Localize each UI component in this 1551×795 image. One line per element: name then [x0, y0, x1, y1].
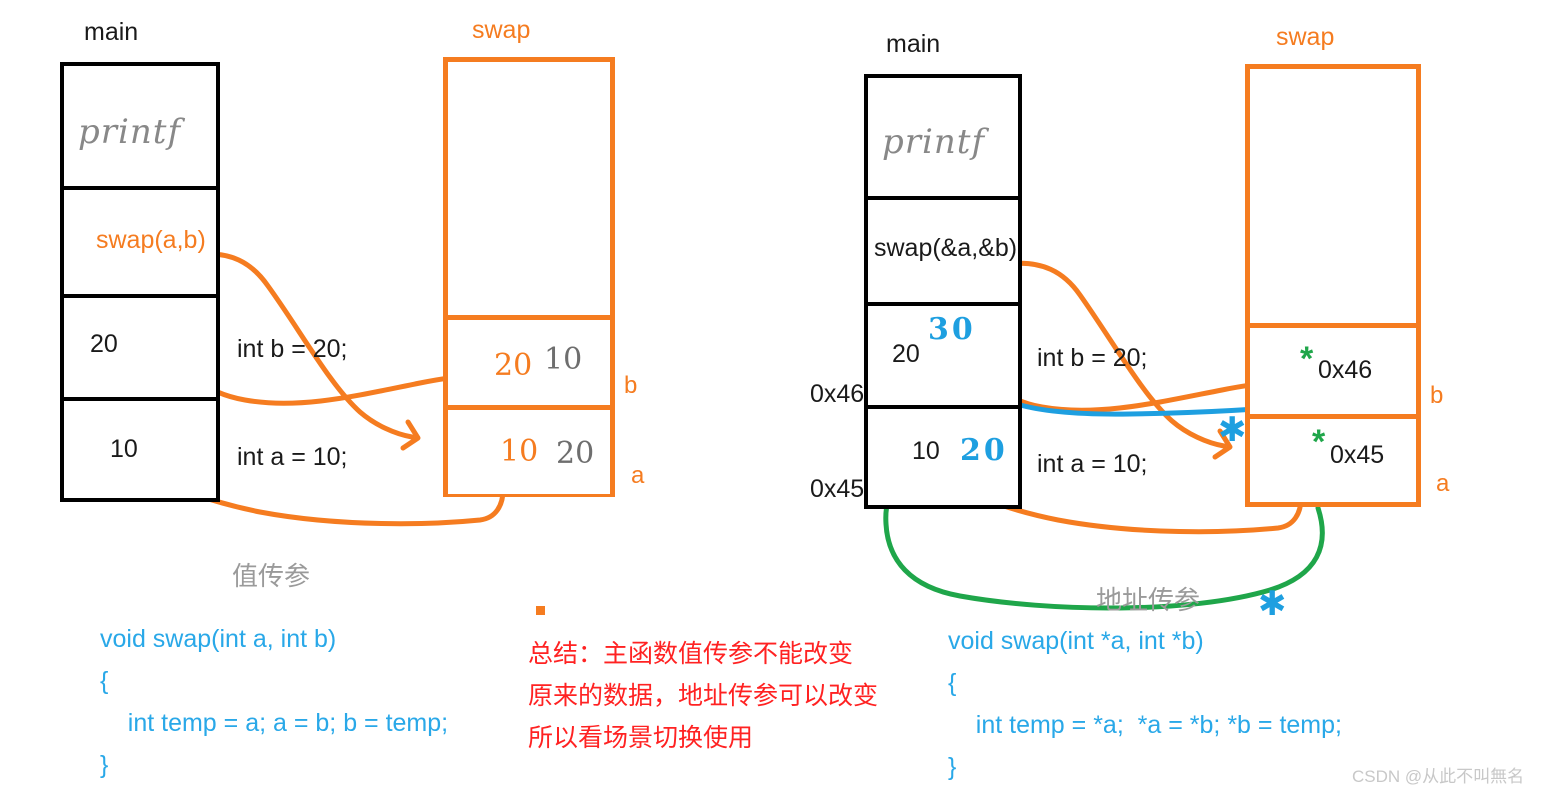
right-swap-stack: * 0x46 * 0x45: [1245, 64, 1421, 507]
left-swap-cell-empty: [448, 62, 610, 320]
right-main-value-a-ink-note: 20: [960, 433, 1008, 468]
right-main-value-b: 20: [892, 340, 920, 368]
blue-asterisk-marker-caption: ✱: [1258, 585, 1287, 623]
right-swap-b-value: 0x46: [1318, 356, 1373, 384]
left-main-cell-b: 20: [64, 298, 216, 401]
right-main-value-b-ink-note: 30: [928, 312, 976, 347]
center-note-line-3: 所以看场景切换使用: [528, 724, 754, 752]
left-swap-stack: 20 10 10 20: [443, 57, 615, 497]
blue-asterisk-marker-deref: ✱: [1218, 411, 1247, 449]
left-main-cell-swapcall: swap(a,b): [64, 190, 216, 298]
right-swap-cell-a: * 0x45: [1250, 419, 1416, 502]
note-bullet-icon: [536, 606, 545, 615]
left-swap-a-new-value: 20: [556, 436, 595, 471]
printf-handwriting: printf: [882, 122, 986, 162]
right-main-cell-b: 20 30: [868, 306, 1018, 409]
left-main-stack: printf swap(a,b) 20 10: [60, 62, 220, 502]
right-code-block: void swap(int *a, int *b) { int temp = *…: [948, 627, 1342, 781]
right-main-address-b: 0x46: [810, 380, 864, 408]
left-statement-a: int a = 10;: [237, 443, 348, 471]
left-statement-b: int b = 20;: [237, 335, 348, 363]
left-main-frame-title: main: [84, 18, 139, 46]
right-main-value-a: 10: [912, 437, 940, 465]
right-swap-side-label-a: a: [1436, 470, 1450, 497]
deref-asterisk-icon: *: [1300, 340, 1314, 378]
left-swap-side-label-b: b: [624, 372, 638, 399]
right-swap-frame-title: swap: [1276, 23, 1335, 51]
right-swap-cell-b: * 0x46: [1250, 328, 1416, 419]
right-swap-call-label: swap(&a,&b): [874, 234, 1018, 262]
deref-asterisk-icon: *: [1312, 423, 1326, 461]
left-main-value-a: 10: [110, 435, 138, 463]
left-main-cell-printf: printf: [64, 66, 216, 190]
right-main-frame-title: main: [886, 30, 941, 58]
left-swap-b-old-value: 20: [494, 348, 533, 383]
csdn-watermark: CSDN @从此不叫無名: [1352, 767, 1525, 786]
left-swap-cell-a: 10 20: [448, 410, 610, 494]
left-main-value-b: 20: [90, 330, 118, 358]
left-swap-side-label-a: a: [631, 462, 645, 489]
left-swap-a-old-value: 10: [500, 434, 539, 469]
center-note-line-1: 总结：主函数值传参不能改变: [528, 640, 854, 668]
diagram-canvas: .ink { fill:none; stroke-linecap:round; …: [0, 0, 1551, 795]
left-swap-frame-title: swap: [472, 16, 531, 44]
right-main-cell-swapcall: swap(&a,&b): [868, 200, 1018, 306]
left-swap-call-label: swap(a,b): [96, 226, 206, 254]
right-main-cell-printf: printf: [868, 78, 1018, 200]
right-caption: 地址传参: [1096, 585, 1201, 615]
left-code-block: void swap(int a, int b) { int temp = a; …: [100, 625, 449, 779]
right-main-address-a: 0x45: [810, 475, 864, 503]
right-main-stack: printf swap(&a,&b) 20 30 10 20: [864, 74, 1022, 509]
right-statement-b: int b = 20;: [1037, 344, 1148, 372]
printf-handwriting: printf: [78, 112, 182, 152]
left-caption: 值传参: [232, 561, 311, 591]
center-note-line-2: 原来的数据，地址传参可以改变: [528, 682, 879, 710]
right-swap-cell-empty: [1250, 69, 1416, 328]
right-swap-a-value: 0x45: [1330, 441, 1385, 469]
left-swap-b-new-value: 10: [544, 342, 583, 377]
right-statement-a: int a = 10;: [1037, 450, 1148, 478]
right-main-cell-a: 10 20: [868, 409, 1018, 505]
left-main-cell-a: 10: [64, 401, 216, 498]
left-swap-cell-b: 20 10: [448, 320, 610, 410]
right-swap-side-label-b: b: [1430, 382, 1444, 409]
